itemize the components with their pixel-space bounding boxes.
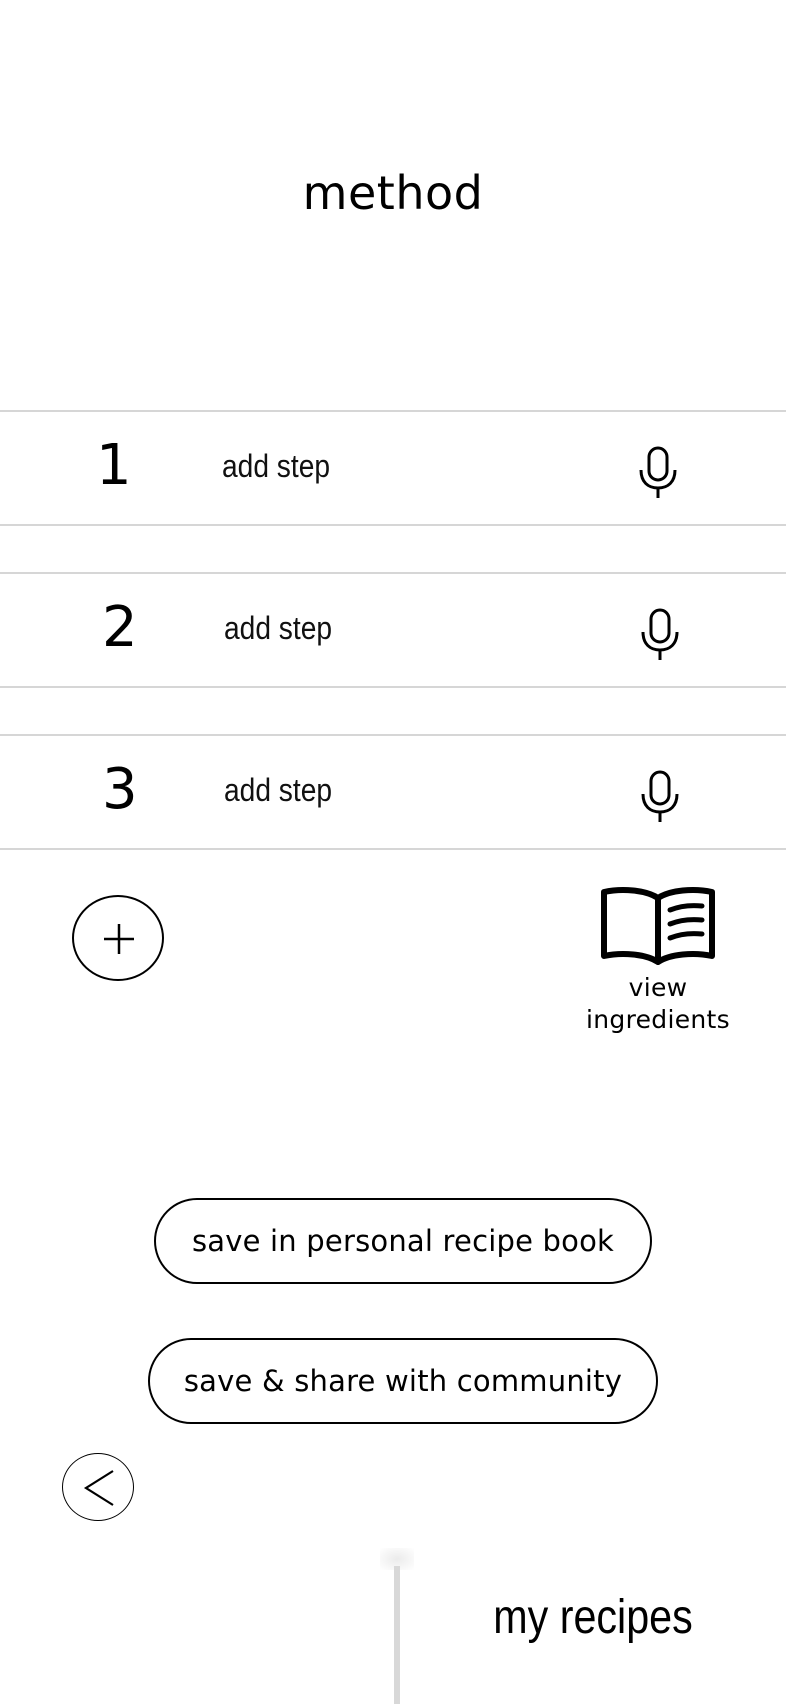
view-ingredients-button[interactable]: view ingredients [578,884,738,1036]
save-share-button[interactable]: save & share with community [148,1338,658,1424]
open-book-icon [601,887,715,965]
tab-divider [394,1566,400,1704]
plus-icon [104,924,134,954]
save-personal-button[interactable]: save in personal recipe book [154,1198,652,1284]
step-input[interactable]: add step [224,770,332,810]
tab-my-recipes[interactable]: my recipes [427,1588,759,1648]
chevron-left-icon [83,1470,114,1506]
microphone-icon[interactable] [636,446,680,500]
step-number: 2 [102,595,138,660]
microphone-icon[interactable] [638,608,682,662]
step-row: 3 add step [0,734,786,850]
page-title: method [302,166,484,220]
microphone-icon[interactable] [638,770,682,824]
view-ingredients-label-line1: view [628,973,688,1002]
add-step-button[interactable] [72,895,164,981]
step-number: 1 [96,433,132,498]
step-number: 3 [102,757,138,822]
view-ingredients-label-line2: ingredients [586,1005,730,1034]
step-input[interactable]: add step [224,608,332,648]
step-row: 1 add step [0,410,786,526]
back-button[interactable] [62,1453,134,1521]
step-input[interactable]: add step [222,446,330,486]
step-row: 2 add step [0,572,786,688]
